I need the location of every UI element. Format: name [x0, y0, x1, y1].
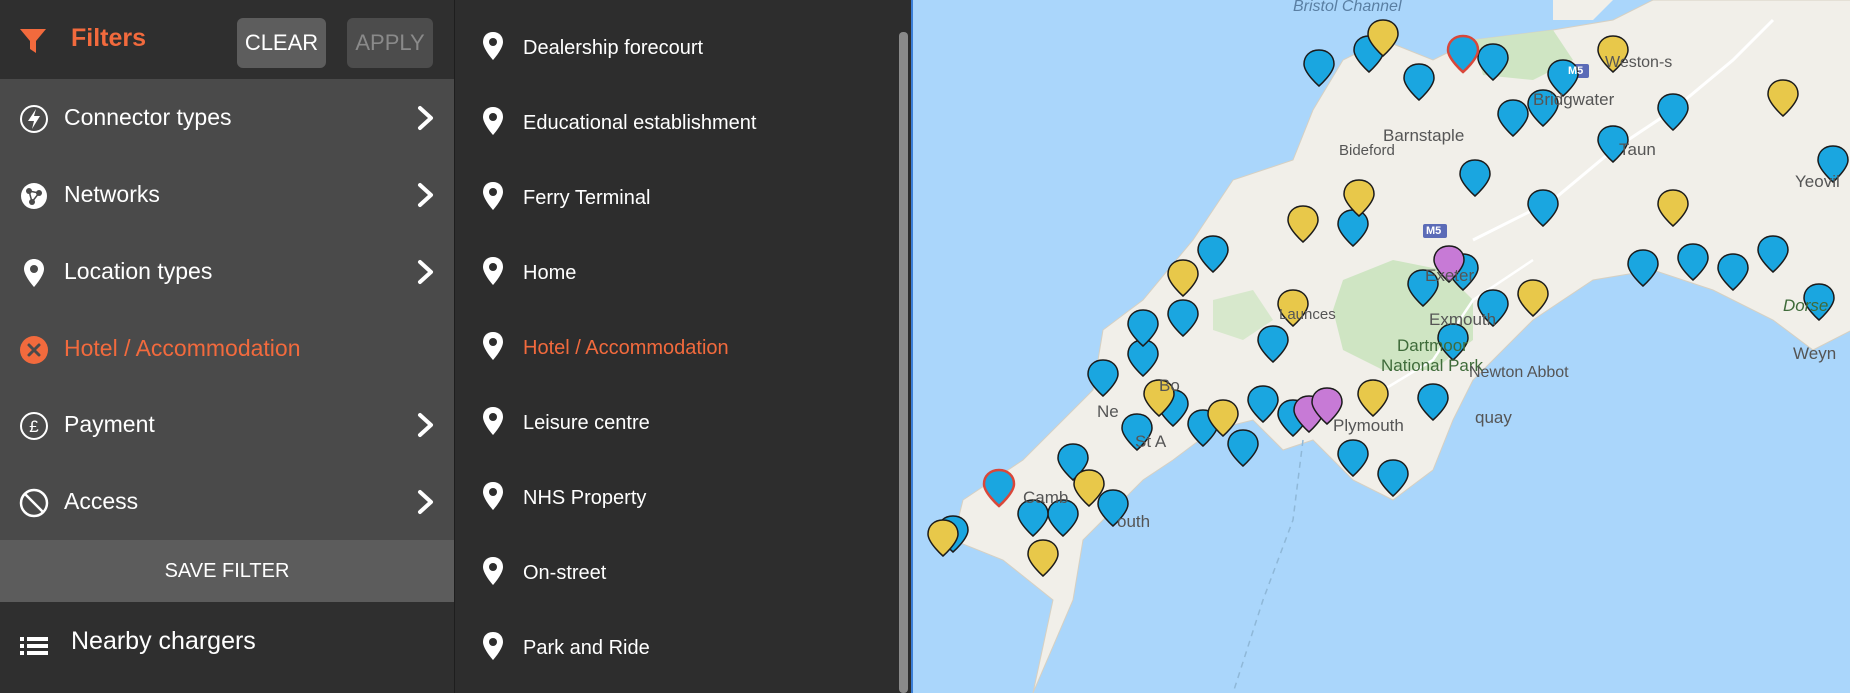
- map-label-torquay: quay: [1475, 408, 1512, 427]
- ferry-route: [1232, 439, 1304, 693]
- remove-filter-icon[interactable]: [18, 334, 50, 366]
- list-icon: [18, 631, 50, 668]
- map-label-plymouth: Plymouth: [1333, 416, 1404, 435]
- list-item-leisure-centre[interactable]: Leisure centre: [455, 382, 895, 457]
- bolt-icon: [18, 103, 50, 135]
- menu-item-label: Location types: [64, 258, 213, 284]
- map-label-bideford: Bideford: [1339, 142, 1395, 159]
- menu-item-label: Payment: [64, 411, 155, 437]
- pin-icon: [481, 181, 505, 216]
- map-label-exeter: Exeter: [1425, 266, 1475, 285]
- pin-icon: [481, 406, 505, 441]
- map-label-newquay: Ne: [1097, 402, 1119, 421]
- filter-panel: Filters CLEAR APPLY Connector types Netw…: [0, 0, 454, 693]
- map-label-newton-abbot: Newton Abbot: [1469, 364, 1569, 381]
- list-item-label: Ferry Terminal: [523, 187, 651, 209]
- list-item-label: Hotel / Accommodation: [523, 337, 729, 359]
- map-label-barnstaple: Barnstaple: [1383, 126, 1465, 145]
- map-canvas[interactable]: [913, 0, 1850, 693]
- map-view[interactable]: Bristol Channel Weston-s Bridgwater Barn…: [911, 0, 1850, 693]
- map-label-exmouth: Exmouth: [1429, 310, 1497, 329]
- network-icon: [18, 180, 50, 212]
- menu-item-networks[interactable]: Networks: [0, 156, 454, 233]
- map-label-bridgwater: Bridgwater: [1533, 90, 1615, 109]
- menu-item-location-types[interactable]: Location types: [0, 233, 454, 310]
- list-item-label: Educational establishment: [523, 112, 757, 134]
- map-label-taunton: Taun: [1619, 140, 1656, 159]
- list-item-label: Dealership forecourt: [523, 37, 704, 59]
- map-label-launceston: Launces: [1279, 306, 1336, 323]
- list-item-hotel-accommodation[interactable]: Hotel / Accommodation: [455, 307, 895, 382]
- scrollbar-thumb[interactable]: [899, 32, 908, 693]
- list-item-label: Park and Ride: [523, 637, 650, 659]
- menu-item-hotel-accommodation[interactable]: Hotel / Accommodation: [0, 310, 454, 387]
- save-filter-button[interactable]: SAVE FILTER: [0, 540, 454, 602]
- pin-icon: [481, 556, 505, 591]
- nearby-chargers-label: Nearby chargers: [71, 627, 256, 655]
- list-item-nhs-property[interactable]: NHS Property: [455, 457, 895, 532]
- no-entry-icon: [18, 487, 50, 519]
- chevron-right-icon: [410, 487, 440, 517]
- list-item-home[interactable]: Home: [455, 232, 895, 307]
- pin-icon: [481, 31, 505, 66]
- chevron-right-icon: [410, 257, 440, 287]
- pin-icon: [18, 257, 50, 289]
- map-label-camborne: Camb: [1023, 488, 1069, 507]
- map-label-national-park: National Park: [1381, 356, 1484, 375]
- filter-header: Filters CLEAR APPLY: [0, 0, 454, 79]
- map-label-yeovil: Yeovil: [1795, 172, 1840, 191]
- map-label-falmouth: outh: [1117, 512, 1151, 531]
- menu-item-connector-types[interactable]: Connector types: [0, 79, 454, 156]
- list-item-park-and-ride[interactable]: Park and Ride: [455, 607, 895, 682]
- list-item-label: On-street: [523, 562, 607, 584]
- map-label-st-austell: St A: [1135, 432, 1167, 451]
- pin-icon: [481, 331, 505, 366]
- list-item-label: NHS Property: [523, 487, 647, 509]
- svg-text:£: £: [29, 417, 39, 436]
- menu-item-payment[interactable]: £ Payment: [0, 386, 454, 463]
- list-item-label: Home: [523, 262, 577, 284]
- pin-icon: [481, 256, 505, 291]
- map-label-bristol-channel: Bristol Channel: [1293, 0, 1402, 15]
- map-label-weymouth: Weyn: [1793, 344, 1837, 363]
- menu-item-label: Networks: [64, 181, 160, 207]
- list-item-ferry-terminal[interactable]: Ferry Terminal: [455, 157, 895, 232]
- pin-icon: [481, 106, 505, 141]
- apply-button[interactable]: APPLY: [347, 18, 433, 68]
- map-label-dorset: Dorse: [1783, 296, 1829, 315]
- pin-icon: [481, 481, 505, 516]
- location-types-list: Dealership forecourt Educational establi…: [454, 0, 911, 693]
- m5-label: M5: [1568, 65, 1584, 77]
- funnel-icon: [18, 26, 48, 61]
- menu-item-label: Connector types: [64, 104, 232, 130]
- list-item-on-street[interactable]: On-street: [455, 532, 895, 607]
- menu-item-access[interactable]: Access: [0, 463, 454, 540]
- list-item-label: Leisure centre: [523, 412, 650, 434]
- chevron-right-icon: [410, 410, 440, 440]
- menu-item-label: Hotel / Accommodation: [64, 335, 301, 361]
- map-label-bodmin: Bo: [1159, 376, 1180, 395]
- map-label-weston: Weston-s: [1605, 54, 1673, 71]
- chevron-right-icon: [410, 103, 440, 133]
- menu-item-label: Access: [64, 488, 139, 514]
- clear-button[interactable]: CLEAR: [237, 18, 326, 68]
- pin-icon: [481, 631, 505, 666]
- pound-icon: £: [18, 410, 50, 442]
- nearby-chargers-bar[interactable]: Nearby chargers: [0, 602, 454, 693]
- list-item-dealership-forecourt[interactable]: Dealership forecourt: [455, 7, 895, 82]
- map-land: [1553, 0, 1613, 20]
- chevron-right-icon: [410, 180, 440, 210]
- filter-title: Filters: [71, 24, 147, 52]
- map-label-dartmoor: Dartmoor: [1397, 336, 1468, 355]
- list-item-educational-establishment[interactable]: Educational establishment: [455, 82, 895, 157]
- m5-label: M5: [1426, 225, 1442, 237]
